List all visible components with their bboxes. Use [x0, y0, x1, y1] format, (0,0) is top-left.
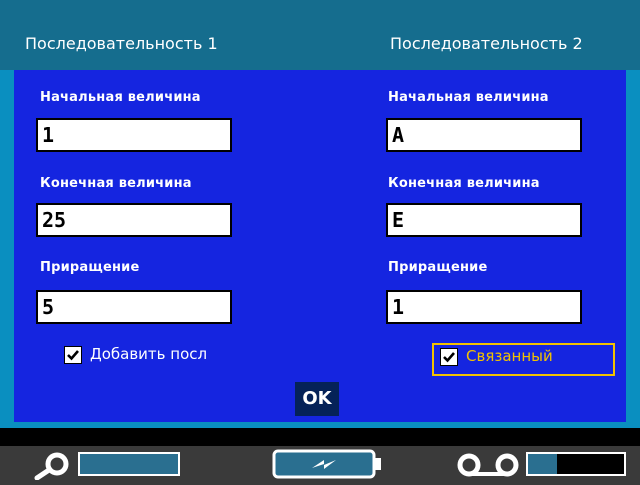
- seq2-increment-input[interactable]: 1: [386, 290, 582, 324]
- ok-button[interactable]: OK: [295, 382, 339, 416]
- tape-reel-icon: [457, 453, 519, 477]
- linked-label: Связанный: [466, 347, 553, 365]
- seq2-start-input[interactable]: A: [386, 118, 582, 152]
- title-bar: Последовательность 1 Последовательность …: [0, 0, 640, 70]
- seq2-end-input[interactable]: E: [386, 203, 582, 237]
- sequence-2-title: Последовательность 2: [390, 34, 583, 53]
- seq1-start-input[interactable]: 1: [36, 118, 232, 152]
- sequence-1-title: Последовательность 1: [25, 34, 218, 53]
- tape-level-bar: [526, 452, 626, 476]
- seq2-increment-label: Приращение: [388, 260, 488, 275]
- check-mark-icon: [443, 352, 455, 363]
- seq1-increment-label: Приращение: [40, 260, 140, 275]
- seq1-end-input[interactable]: 25: [36, 203, 232, 237]
- seq1-end-label: Конечная величина: [40, 176, 192, 191]
- search-icon[interactable]: [25, 450, 77, 480]
- seq2-start-label: Начальная величина: [388, 90, 549, 105]
- tape-level-fill: [528, 454, 557, 474]
- check-mark-icon: [67, 350, 79, 361]
- linked-checkbox[interactable]: [440, 348, 458, 366]
- seq1-increment-input[interactable]: 5: [36, 290, 232, 324]
- seq2-end-label: Конечная величина: [388, 176, 540, 191]
- seq1-start-label: Начальная величина: [40, 90, 201, 105]
- battery-charging-icon: [272, 449, 381, 479]
- add-sequence-checkbox[interactable]: [64, 346, 82, 364]
- search-level-bar: [78, 452, 180, 476]
- add-sequence-label: Добавить посл: [90, 345, 208, 363]
- sequence-dialog: Последовательность 1 Последовательность …: [0, 0, 640, 428]
